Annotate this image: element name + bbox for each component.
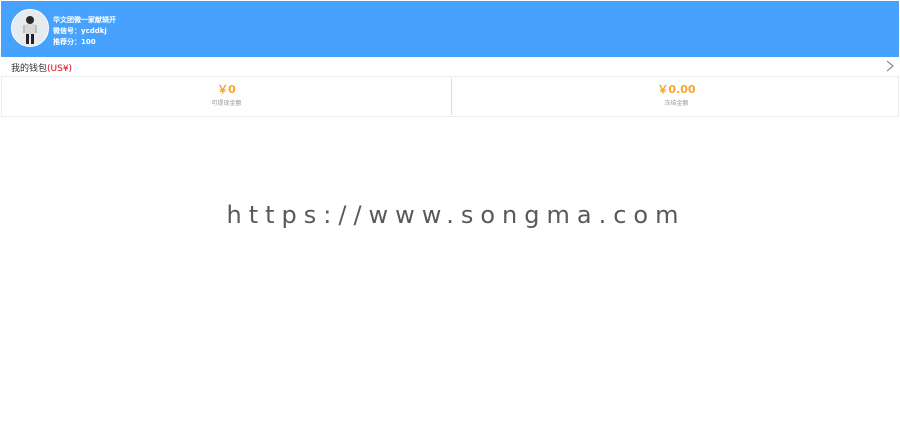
frozen-amount: ￥0.00 <box>657 83 696 96</box>
profile-header: 华文团微一家献辑开 微信号：ycddkj 推荐分：100 <box>1 1 899 57</box>
withdrawable-balance[interactable]: ￥0 可提现金额 <box>2 77 451 116</box>
wallet-title: 我的钱包 <box>11 64 48 74</box>
balance-summary: ￥0 可提现金额 ￥0.00 冻结金额 <box>1 77 899 117</box>
avatar-person-icon <box>12 10 48 46</box>
user-info: 华文团微一家献辑开 微信号：ycddkj 推荐分：100 <box>53 15 116 48</box>
user-name: 华文团微一家献辑开 <box>53 16 116 24</box>
watermark-url: https://www.songma.com <box>226 201 686 229</box>
withdrawable-label: 可提现金额 <box>211 100 242 107</box>
referral-points: 推荐分：100 <box>53 38 96 46</box>
wallet-title-group: 我的钱包(US¥) <box>11 61 72 74</box>
chevron-right-icon[interactable] <box>886 60 894 72</box>
frozen-label: 冻结金额 <box>664 100 689 107</box>
withdrawable-amount: ￥0 <box>217 83 236 96</box>
wallet-page: 华文团微一家献辑开 微信号：ycddkj 推荐分：100 我的钱包(US¥) ￥… <box>0 0 900 434</box>
avatar[interactable] <box>11 9 49 47</box>
my-wallet-row[interactable]: 我的钱包(US¥) <box>1 57 899 77</box>
wallet-currency-unit: (US¥) <box>47 64 73 74</box>
frozen-balance[interactable]: ￥0.00 冻结金额 <box>451 78 900 115</box>
wechat-id: 微信号：ycddkj <box>53 27 107 35</box>
